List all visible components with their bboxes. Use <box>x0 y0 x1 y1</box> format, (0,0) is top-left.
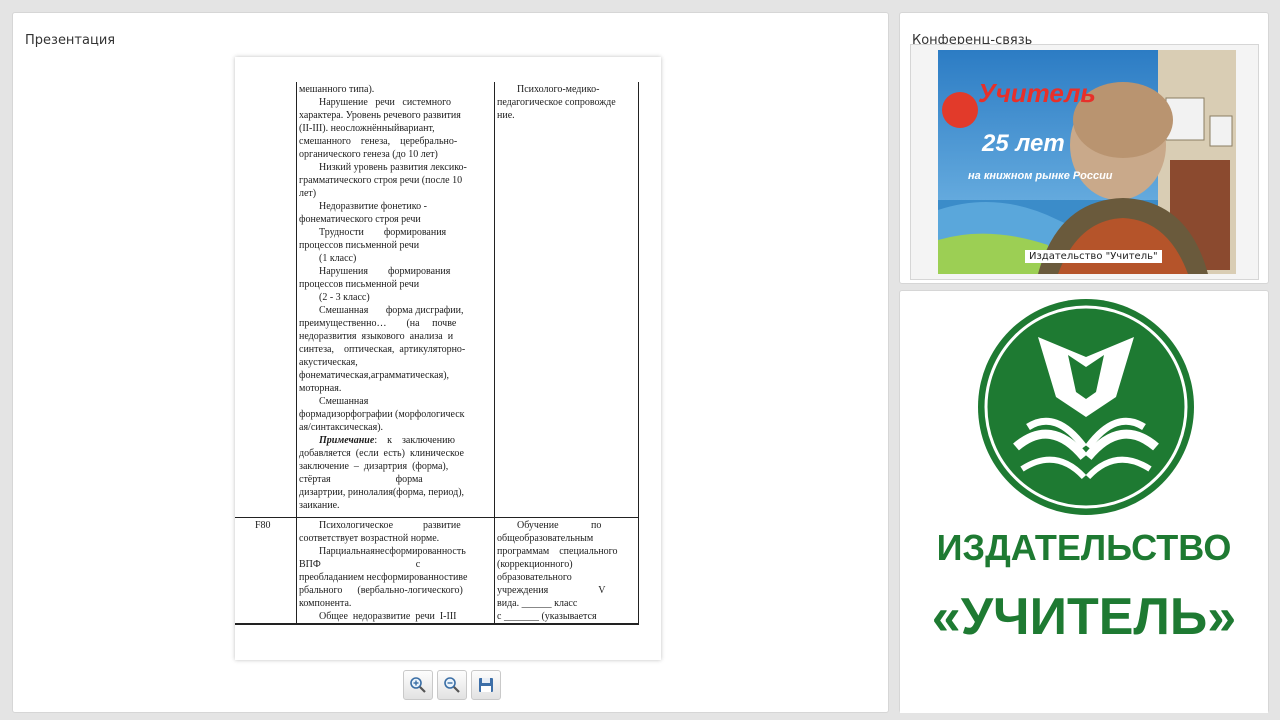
document-line: мешанного типа). <box>299 84 375 95</box>
table-cell-recommendation-bottom: Обучение по общеобразовательным программам… <box>497 519 637 623</box>
document-line: Парциальнаянесформированность <box>319 546 466 557</box>
document-line: характера. Уровень речевого развития <box>299 110 461 121</box>
table-cell-code: F80 <box>255 520 271 531</box>
video-caption: Издательство "Учитель" <box>1025 250 1162 263</box>
document-line: грамматического строя речи (после 10 <box>299 175 463 186</box>
document-line: преобладанием несформированностиве <box>299 572 468 583</box>
table-cell-recommendation-top: Психолого-медико-педагогическое сопровож… <box>497 83 637 122</box>
document-line: соответствует возрастной норме. <box>299 533 440 544</box>
document-line: компонента. <box>299 598 352 609</box>
document-line: ние. <box>497 110 515 121</box>
table-line <box>494 82 495 625</box>
document-line: (1 класс) <box>319 253 357 264</box>
floppy-disk-icon <box>479 678 493 692</box>
presentation-pod: Презентация мешанного типа). Нарушение ре… <box>12 12 889 713</box>
document-toolbar <box>403 670 501 700</box>
document-line: учреждения V <box>497 585 606 596</box>
publisher-logo-icon <box>978 299 1194 515</box>
document-line: вида. ______ класс <box>497 598 578 609</box>
document-line: Общее недоразвитие речи I-III <box>319 611 457 622</box>
document-line: ВПФ с <box>299 559 421 570</box>
document-line: акустическая, <box>299 357 358 368</box>
document-line: Обучение по <box>517 520 602 531</box>
document-line: (II-III). неосложнённыйвариант, <box>299 123 435 134</box>
document-line: процессов письменной речи <box>299 240 420 251</box>
document-page: мешанного типа). Нарушение речи системног… <box>235 57 661 660</box>
table-line <box>638 82 639 625</box>
banner-title: Учитель <box>978 78 1096 108</box>
banner-subtitle: на книжном рынке России <box>968 170 1113 182</box>
zoom-out-icon <box>444 677 460 693</box>
table-cell-diagnosis-bottom: Психологическое развитие соответствует во… <box>299 519 492 623</box>
presentation-title: Презентация <box>25 33 116 48</box>
document-line: преимущественно… (на почве <box>299 318 457 329</box>
document-line: органического генеза (до 10 лет) <box>299 149 438 160</box>
document-line: Смешанная <box>319 396 369 407</box>
document-line: Смешанная форма дисграфии, <box>319 305 464 316</box>
publisher-name-line2: «УЧИТЕЛЬ» <box>931 588 1237 646</box>
document-line: рбального (вербально-логического) <box>299 585 463 596</box>
table-line <box>296 82 297 625</box>
document-line: педагогическое сопровожде <box>497 97 616 108</box>
zoom-out-button[interactable] <box>437 670 467 700</box>
document-line: Низкий уровень развития лексико- <box>319 162 467 173</box>
document-line: процессов письменной речи <box>299 279 420 290</box>
document-line: Трудности формирования <box>319 227 447 238</box>
document-line: Психологическое развитие <box>319 520 461 531</box>
document-line: моторная. <box>299 383 342 394</box>
document-line: ая/синтаксическая). <box>299 422 384 433</box>
document-line: фонематического строя речи <box>299 214 421 225</box>
document-line: лет) <box>299 188 317 199</box>
document-line: заикание. <box>299 500 340 511</box>
document-line: Примечание: к заключению <box>319 435 455 446</box>
document-line: общеобразовательным <box>497 533 594 544</box>
banner-years: 25 лет <box>982 130 1065 157</box>
document-line: стёртая форма <box>299 474 423 485</box>
document-line: с _______ (указывается <box>497 611 597 622</box>
document-line: фонематическая,аграмматическая), <box>299 370 450 381</box>
document-line: (2 - 3 класс) <box>319 292 370 303</box>
document-line: заключение – дизартрия (форма), <box>299 461 449 472</box>
document-line: (коррекционного) <box>497 559 573 570</box>
video-container: Учитель 25 лет на книжном рынке России И… <box>910 44 1259 280</box>
document-line: Нарушения формирования <box>319 266 451 277</box>
document-line: Недоразвитие фонетико - <box>319 201 427 212</box>
publisher-name-line1: ИЗДАТЕЛЬСТВО <box>936 527 1232 568</box>
table-line <box>235 623 639 625</box>
logo-pod: ИЗДАТЕЛЬСТВО «УЧИТЕЛЬ» <box>899 290 1269 713</box>
document-line: добавляется (если есть) клиническое <box>299 448 464 459</box>
document-line: программам специального <box>497 546 618 557</box>
document-line: Нарушение речи системного <box>319 97 451 108</box>
table-line <box>235 517 639 518</box>
document-line: смешанного генеза, церебрально- <box>299 136 458 147</box>
document-line: синтеза, оптическая, артикуляторно- <box>299 344 466 355</box>
video-feed[interactable]: Учитель 25 лет на книжном рынке России <box>938 50 1236 274</box>
zoom-in-button[interactable] <box>403 670 433 700</box>
document-line: дизартрии, ринолалия(форма, период), <box>299 487 465 498</box>
zoom-in-icon <box>410 677 426 693</box>
document-line: формадизорфографии (морфологическ <box>299 409 465 420</box>
conference-pod: Конференц-связь Учитель 25 лет на книжно… <box>899 12 1269 284</box>
table-cell-diagnosis-top: мешанного типа). Нарушение речи системног… <box>299 83 492 512</box>
document-line: образовательного <box>497 572 572 583</box>
document-line: недоразвития языкового анализа и <box>299 331 454 342</box>
document-line: Психолого-медико- <box>517 84 600 95</box>
save-button[interactable] <box>471 670 501 700</box>
